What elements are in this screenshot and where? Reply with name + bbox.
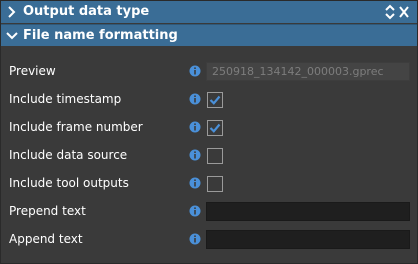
row-include-timestamp: Include timestamp — [1, 89, 417, 111]
row-label: Include frame number — [9, 120, 143, 134]
checkmark-icon — [209, 95, 221, 105]
chevron-down-icon — [6, 32, 18, 40]
info-icon[interactable] — [189, 177, 201, 189]
section-title: Output data type — [23, 4, 150, 19]
section-header-file-name-formatting[interactable]: File name formatting — [1, 24, 417, 46]
row-label: Include data source — [9, 148, 128, 162]
include-tool-outputs-checkbox[interactable] — [207, 176, 223, 192]
expand-collapse-icon[interactable] — [383, 4, 411, 20]
chevron-right-icon — [8, 6, 16, 18]
include-timestamp-checkbox[interactable] — [207, 92, 223, 108]
checkmark-icon — [209, 123, 221, 133]
append-text-input[interactable] — [206, 230, 410, 249]
info-icon[interactable] — [189, 93, 201, 105]
preview-field: 250918_134142_000003.gprec — [206, 62, 410, 81]
row-append-text: Append text — [1, 229, 417, 251]
row-label: Prepend text — [9, 204, 86, 218]
section-title: File name formatting — [23, 28, 178, 43]
row-include-data-source: Include data source — [1, 145, 417, 167]
info-icon[interactable] — [189, 149, 201, 161]
include-frame-number-checkbox[interactable] — [207, 120, 223, 136]
row-include-tool-outputs: Include tool outputs — [1, 173, 417, 195]
include-data-source-checkbox[interactable] — [207, 148, 223, 164]
row-label: Preview — [9, 64, 56, 78]
info-icon[interactable] — [189, 233, 201, 245]
row-label: Include timestamp — [9, 92, 122, 106]
prepend-text-input[interactable] — [206, 202, 410, 221]
info-icon[interactable] — [189, 205, 201, 217]
row-include-frame-number: Include frame number — [1, 117, 417, 139]
info-icon[interactable] — [189, 121, 201, 133]
properties-panel: Output data type File name formatting Pr… — [0, 0, 418, 264]
row-prepend-text: Prepend text — [1, 201, 417, 223]
row-label: Include tool outputs — [9, 176, 129, 190]
row-preview: Preview 250918_134142_000003.gprec — [1, 61, 417, 83]
info-icon[interactable] — [189, 65, 201, 77]
section-header-output-data-type[interactable]: Output data type — [1, 1, 417, 23]
row-label: Append text — [9, 232, 83, 246]
